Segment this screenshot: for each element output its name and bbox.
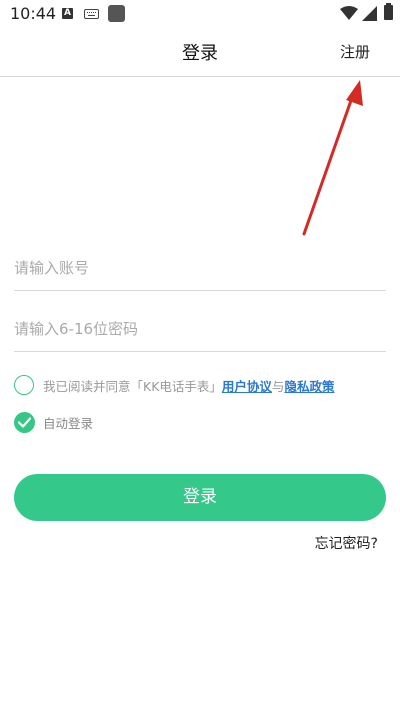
user-agreement-link[interactable]: 用户协议: [222, 379, 272, 394]
register-button[interactable]: 注册: [340, 41, 370, 62]
keyboard-icon: [84, 9, 99, 19]
forgot-password-link[interactable]: 忘记密码?: [315, 533, 378, 553]
agreement-conjunction: 与: [271, 378, 285, 394]
password-field: [14, 307, 386, 352]
agreement-text: 我已阅读并同意「KK电话手表」用户协议与隐私政策: [43, 376, 334, 395]
auto-login-label: 自动登录: [43, 415, 94, 431]
a-notification-icon: A: [62, 8, 73, 19]
auto-login-checkbox[interactable]: [14, 411, 35, 433]
status-bar: 10:44 A: [0, 0, 400, 30]
agreement-checkbox[interactable]: [14, 375, 34, 395]
account-input[interactable]: [14, 246, 386, 290]
agreement-row: 我已阅读并同意「KK电话手表」用户协议与隐私政策: [14, 374, 394, 396]
account-field: [14, 246, 386, 291]
status-time: 10:44: [10, 4, 57, 23]
password-input[interactable]: [14, 307, 386, 351]
checkmark-icon: [18, 416, 31, 428]
app-square-icon: [108, 5, 125, 22]
login-button[interactable]: 登录: [14, 474, 386, 521]
title-bar: 登录 注册: [0, 30, 400, 77]
agreement-prefix: 我已阅读并同意「KK电话手表」: [43, 378, 222, 394]
battery-icon: [384, 3, 393, 20]
red-arrow-annotation: [302, 80, 363, 236]
wifi-icon: [340, 6, 358, 20]
auto-login-row: 自动登录: [14, 411, 93, 433]
privacy-policy-link[interactable]: 隐私政策: [284, 379, 334, 394]
signal-icon: [362, 6, 377, 21]
